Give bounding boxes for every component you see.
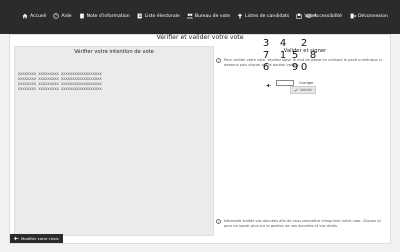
validate-button[interactable]: Valider — [290, 86, 316, 94]
main-nav: Accueil ? Aide Note d'information Liste … — [22, 13, 316, 19]
nav-label: Bureau de vote — [194, 13, 231, 19]
vote-card: Vérifier et valider votre vote Vérifier … — [9, 34, 391, 244]
document-icon — [79, 13, 84, 19]
nav-label: Accueil — [30, 13, 47, 19]
home-icon — [22, 13, 28, 19]
nav-item-accessibilite[interactable]: Accessibilité — [305, 13, 342, 19]
page-title: Vérifier et valider votre vote — [156, 34, 244, 41]
nav-label: Aide — [61, 13, 72, 19]
logout-icon — [350, 13, 356, 19]
top-navbar: Accueil ? Aide Note d'information Liste … — [0, 0, 400, 34]
svg-text:?: ? — [55, 14, 57, 18]
nav-label: Déconnexion — [358, 13, 388, 19]
privacy-note: i Nécessite traités vos données afin de … — [216, 219, 384, 228]
arrow-left-icon — [14, 236, 19, 241]
intent-line: XXXXXXXX XXXXXXXXX XXXXXXXXXXXXXXXXXX — [18, 87, 102, 91]
modify-choice-label: Modifier votre choix — [21, 236, 59, 241]
accessibility-icon — [305, 14, 312, 18]
nav-label: Listes de candidats — [245, 13, 290, 19]
list-plus-icon — [238, 13, 242, 19]
keypad-key[interactable]: 5 — [289, 50, 301, 61]
keypad-key[interactable]: 1 — [277, 50, 289, 61]
modify-choice-button[interactable]: Modifier votre choix — [10, 234, 63, 243]
info-icon: i — [216, 219, 221, 224]
nav-label: Accessibilité — [313, 13, 342, 19]
vote-intent-panel: Vérifier votre intention de vote XXXXXXX… — [14, 46, 214, 236]
check-icon — [294, 88, 298, 92]
nav-item-bureau-de-vote[interactable]: Bureau de vote — [186, 13, 231, 19]
keypad-key[interactable]: 0 — [298, 62, 310, 73]
nav-item-accueil[interactable]: Accueil — [22, 13, 46, 19]
intent-line: XXXXXXXX XXXXXXXXX XXXXXXXXXXXXXXXXXX — [18, 72, 102, 76]
keypad-key[interactable]: 2 — [298, 38, 310, 49]
intent-line: XXXXXXXX XXXXXXXXX XXXXXXXXXXXXXXXXXX — [18, 82, 102, 86]
keypad-key[interactable]: 4 — [277, 38, 289, 49]
keypad-key[interactable]: 8 — [307, 50, 319, 61]
nav-item-liste-electorale[interactable]: Liste électorale — [137, 13, 180, 19]
nav-label: Note d'information — [86, 13, 130, 19]
nav-item-note-information[interactable]: Note d'information — [79, 13, 130, 19]
nav-item-deconnexion[interactable]: Déconnexion — [350, 13, 388, 19]
validate-label: Valider — [299, 88, 313, 92]
pin-input[interactable] — [276, 79, 294, 86]
help-circle-icon: ? — [53, 13, 60, 19]
nav-item-aide[interactable]: ? Aide — [53, 13, 72, 19]
ballot-icon — [296, 13, 303, 19]
right-nav: Accessibilité Déconnexion — [305, 13, 388, 19]
nav-label: Liste électorale — [144, 13, 180, 19]
keypad-key[interactable]: 3 — [260, 38, 272, 49]
privacy-note-text[interactable]: Nécessite traités vos données afin de vo… — [224, 219, 384, 228]
intent-line: XXXXXXXX XXXXXXXXX XXXXXXXXXXXXXXXXXX — [18, 77, 102, 81]
speaker-icon[interactable] — [266, 73, 271, 92]
intent-title: Vérifier votre intention de vote — [74, 49, 154, 55]
nav-item-listes-candidats[interactable]: Listes de candidats — [237, 13, 289, 19]
list-icon — [137, 13, 142, 19]
virtual-keypad: 3 4 2 7 1 5 8 6 9 0 — [260, 38, 316, 78]
keypad-key[interactable]: 7 — [260, 50, 272, 61]
keypad-key[interactable]: 6 — [260, 62, 272, 73]
info-icon: i — [216, 58, 221, 63]
people-icon — [186, 13, 193, 19]
erase-button[interactable]: Corriger — [299, 81, 314, 85]
